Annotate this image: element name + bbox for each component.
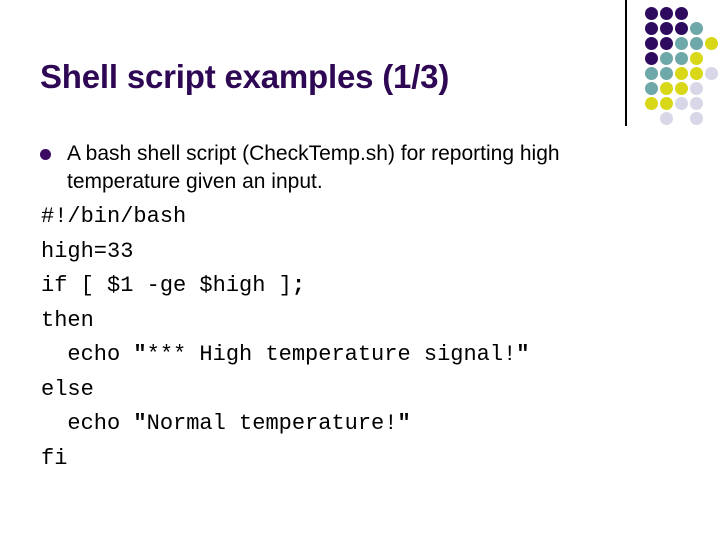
decor-dot <box>675 82 688 95</box>
bullet-disc-icon <box>40 149 51 160</box>
decor-dot <box>645 7 658 20</box>
decor-dot <box>645 97 658 110</box>
decor-dot <box>645 52 658 65</box>
decor-dot <box>645 82 658 95</box>
decor-dot <box>690 52 703 65</box>
bullet-item-label: A bash shell script (CheckTemp.sh) for r… <box>67 142 560 193</box>
decor-dot <box>645 37 658 50</box>
page-title: Shell script examples (1/3) <box>40 58 450 95</box>
slide-canvas: Shell script examples (1/3) A bash shell… <box>0 0 720 540</box>
decor-dot <box>690 67 703 80</box>
code-line: then <box>41 307 94 333</box>
code-block: #!/bin/bash high=33 if [ $1 -ge $high ]; th… <box>41 200 681 476</box>
decor-dot <box>690 82 703 95</box>
code-line: else <box>41 376 94 402</box>
decor-dot <box>675 97 688 110</box>
code-line: #!/bin/bash <box>41 204 187 229</box>
decor-dot <box>645 22 658 35</box>
decor-dot <box>660 112 673 125</box>
decor-dot <box>705 37 718 50</box>
decor-dot <box>705 67 718 80</box>
code-line: high=33 <box>41 238 134 264</box>
decor-dot <box>660 67 673 80</box>
decor-dot <box>660 52 673 65</box>
decor-dot <box>690 112 703 125</box>
decor-dot <box>675 37 688 50</box>
decor-dot <box>690 97 703 110</box>
decor-dot <box>690 37 703 50</box>
decor-dot <box>675 52 688 65</box>
vertical-divider-rule <box>625 0 627 126</box>
decor-dot <box>645 67 658 80</box>
decor-dot <box>660 82 673 95</box>
code-line: if [ $1 -ge $high ]; <box>41 273 306 298</box>
decorative-dot-grid <box>645 7 720 129</box>
decor-dot <box>675 7 688 20</box>
decor-dot <box>660 7 673 20</box>
bullet-list-item: A bash shell script (CheckTemp.sh) for r… <box>40 140 640 196</box>
decor-dot <box>675 67 688 80</box>
decor-dot <box>675 22 688 35</box>
decor-dot <box>690 22 703 35</box>
code-line: fi <box>41 445 68 471</box>
decor-dot <box>660 37 673 50</box>
decor-dot <box>660 97 673 110</box>
code-line: echo "Normal temperature!" <box>41 411 411 436</box>
code-line: echo "*** High temperature signal!" <box>41 342 530 367</box>
decor-dot <box>660 22 673 35</box>
